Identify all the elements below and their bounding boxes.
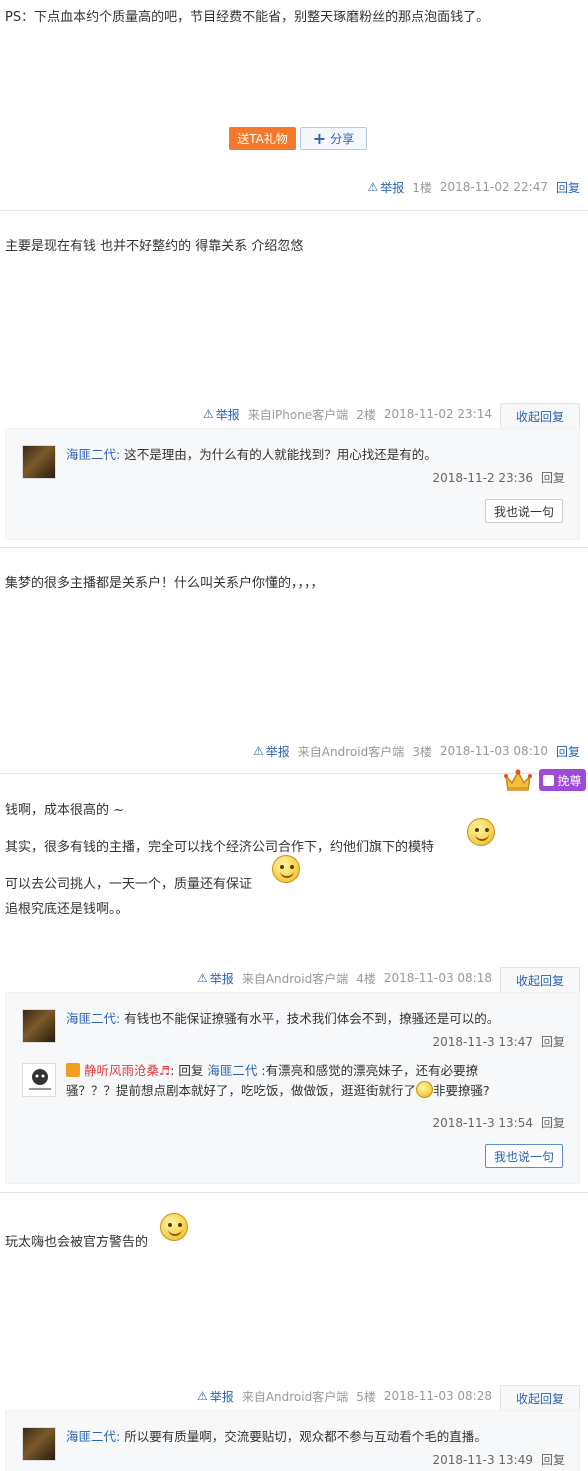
report-link[interactable]: ⚠ 举报 <box>197 970 234 987</box>
share-label: 分享 <box>330 132 355 146</box>
smiley-icon <box>272 855 300 883</box>
support-badge-button[interactable]: 挽尊 <box>539 769 586 791</box>
member-badge-icon <box>66 1063 80 1077</box>
report-link[interactable]: ⚠ 举报 <box>197 1388 234 1405</box>
collapse-replies-button[interactable]: 收起回复 <box>500 1385 580 1411</box>
warning-icon: ⚠ <box>197 1389 208 1403</box>
report-link[interactable]: ⚠ 举报 <box>203 406 240 423</box>
avatar[interactable] <box>22 1009 56 1043</box>
reply-text: 所以要有质量啊，交流要贴切，观众都不参与互动看个毛的直播。 <box>124 1429 487 1444</box>
post-3-meta: ⚠ 举报 来自Android客户端 3楼 2018-11-03 08:10 回复 <box>253 743 580 759</box>
divider <box>0 547 588 548</box>
post-2-text: 主要是现在有钱 也并不好整约的 得靠关系 介绍忽悠 <box>5 239 304 254</box>
reply-username[interactable]: 静听风雨沧桑♬ <box>84 1063 170 1078</box>
plus-icon: + <box>312 128 327 148</box>
client-source: 来自iPhone客户端 <box>247 407 349 422</box>
avatar[interactable] <box>22 1063 56 1097</box>
badge-label: 挽尊 <box>557 773 582 788</box>
report-link[interactable]: ⚠ 举报 <box>253 743 290 760</box>
reply-content: 静听风雨沧桑♬: 回复 海匪二代 :有漂亮和感觉的漂亮妹子，还有必要撩 骚？？？… <box>66 1061 546 1101</box>
reply-link[interactable]: 回复 <box>556 179 580 196</box>
post-2-meta: ⚠ 举报 来自iPhone客户端 2楼 2018-11-02 23:14 <box>203 406 492 422</box>
divider <box>0 773 588 774</box>
crown-icon <box>503 768 533 794</box>
reply-link[interactable]: 回复 <box>541 1116 565 1130</box>
reply-text: 有钱也不能保证撩骚有水平，技术我们体会不到，撩骚还是可以的。 <box>124 1011 500 1026</box>
post-4-line-1: 钱啊，成本很高的 ~ <box>5 803 125 818</box>
smiley-icon <box>467 818 495 846</box>
post-4-line-4: 追根究底还是钱啊。。 <box>5 902 129 917</box>
collapse-replies-button[interactable]: 收起回复 <box>500 967 580 993</box>
reply-time: 2018-11-3 13:54 <box>432 1116 533 1130</box>
reply-link[interactable]: 回复 <box>541 1453 565 1467</box>
reply-link[interactable]: 回复 <box>541 471 565 485</box>
floor-number: 4楼 <box>356 971 376 986</box>
divider <box>0 210 588 211</box>
reply-time: 2018-11-2 23:36 <box>432 471 533 485</box>
reply-target-username[interactable]: 海匪二代 <box>207 1063 257 1078</box>
reply-link[interactable]: 回复 <box>556 743 580 760</box>
reply-meta: 2018-11-3 13:49 回复 <box>432 1451 565 1468</box>
reply-username[interactable]: 海匪二代: <box>66 1011 120 1026</box>
post-5-text: 玩太嗨也会被官方警告的 <box>5 1235 149 1250</box>
say-something-button[interactable]: 我也说一句 <box>485 1144 563 1168</box>
reply-text: 这不是理由，为什么有的人就能找到？用心找还是有的。 <box>124 447 437 462</box>
post-time: 2018-11-02 22:47 <box>439 180 548 194</box>
floor-number: 3楼 <box>412 744 432 759</box>
reply-box: 海匪二代: 有钱也不能保证撩骚有水平，技术我们体会不到，撩骚还是可以的。 201… <box>5 992 580 1184</box>
smiley-icon <box>416 1081 434 1098</box>
reply-box: 海匪二代: 所以要有质量啊，交流要贴切，观众都不参与互动看个毛的直播。 2018… <box>5 1410 580 1471</box>
post-time: 2018-11-03 08:28 <box>383 1389 492 1403</box>
reply-meta: 2018-11-2 23:36 回复 <box>432 469 565 486</box>
reply-content: 海匪二代: 有钱也不能保证撩骚有水平，技术我们体会不到，撩骚还是可以的。 <box>66 1009 499 1029</box>
floor-number: 5楼 <box>356 1389 376 1404</box>
send-gift-button[interactable]: 送TA礼物 <box>229 127 296 150</box>
warning-icon: ⚠ <box>253 744 264 758</box>
post-5-meta: ⚠ 举报 来自Android客户端 5楼 2018-11-03 08:28 <box>197 1388 492 1404</box>
smiley-icon <box>160 1213 188 1241</box>
reply-meta: 2018-11-3 13:54 回复 <box>432 1114 565 1131</box>
post-time: 2018-11-02 23:14 <box>383 407 492 421</box>
avatar[interactable] <box>22 445 56 479</box>
divider <box>0 1192 588 1193</box>
reply-text: 非要撩骚? <box>433 1083 490 1098</box>
warning-icon: ⚠ <box>202 407 214 421</box>
post-time: 2018-11-03 08:10 <box>439 744 548 758</box>
reply-username[interactable]: 海匪二代: <box>66 1429 120 1444</box>
collapse-replies-button[interactable]: 收起回复 <box>500 403 580 429</box>
reply-text: 骚？？？提前想点剧本就好了，吃吃饭，做做饭，逛逛街就行了 <box>66 1083 417 1098</box>
reply-time: 2018-11-3 13:49 <box>432 1453 533 1467</box>
say-something-button[interactable]: 我也说一句 <box>485 499 563 523</box>
reply-content: 海匪二代: 所以要有质量啊，交流要贴切，观众都不参与互动看个毛的直播。 <box>66 1427 487 1447</box>
reply-box: 海匪二代: 这不是理由，为什么有的人就能找到？用心找还是有的。 2018-11-… <box>5 428 580 540</box>
reply-link[interactable]: 回复 <box>541 1035 565 1049</box>
thumb-icon <box>543 774 555 786</box>
client-source: 来自Android客户端 <box>241 971 349 986</box>
warning-icon: ⚠ <box>367 180 379 194</box>
reply-time: 2018-11-3 13:47 <box>432 1035 533 1049</box>
post-4-line-3: 可以去公司挑人，一天一个，质量还有保证 <box>5 877 253 892</box>
client-source: 来自Android客户端 <box>297 744 405 759</box>
client-source: 来自Android客户端 <box>241 1389 349 1404</box>
avatar[interactable] <box>22 1427 56 1461</box>
reply-meta: 2018-11-3 13:47 回复 <box>432 1033 565 1050</box>
post-3-text: 集梦的很多主播都是关系户！什么叫关系户你懂的，，，， <box>5 576 324 591</box>
post-4-meta: ⚠ 举报 来自Android客户端 4楼 2018-11-03 08:18 <box>197 970 492 986</box>
reply-username[interactable]: 海匪二代: <box>66 447 120 462</box>
floor-number: 1楼 <box>412 180 432 195</box>
reply-text: :有漂亮和感觉的漂亮妹子，还有必要撩 <box>257 1063 479 1078</box>
share-button[interactable]: + 分享 <box>300 127 367 150</box>
reply-word: : 回复 <box>170 1063 208 1078</box>
warning-icon: ⚠ <box>197 971 208 985</box>
post-time: 2018-11-03 08:18 <box>383 971 492 985</box>
post-4-line-2: 其实，很多有钱的主播，完全可以找个经济公司合作下，约他们旗下的模特 <box>5 840 435 855</box>
reply-content: 海匪二代: 这不是理由，为什么有的人就能找到？用心找还是有的。 <box>66 445 437 465</box>
post-1-meta: ⚠ 举报 1楼 2018-11-02 22:47 回复 <box>367 179 580 195</box>
post-1-text: PS：下点血本约个质量高的吧，节目经费不能省，别整天琢磨粉丝的那点泡面钱了。 <box>5 10 490 25</box>
floor-number: 2楼 <box>356 407 376 422</box>
report-link[interactable]: ⚠ 举报 <box>367 179 404 196</box>
